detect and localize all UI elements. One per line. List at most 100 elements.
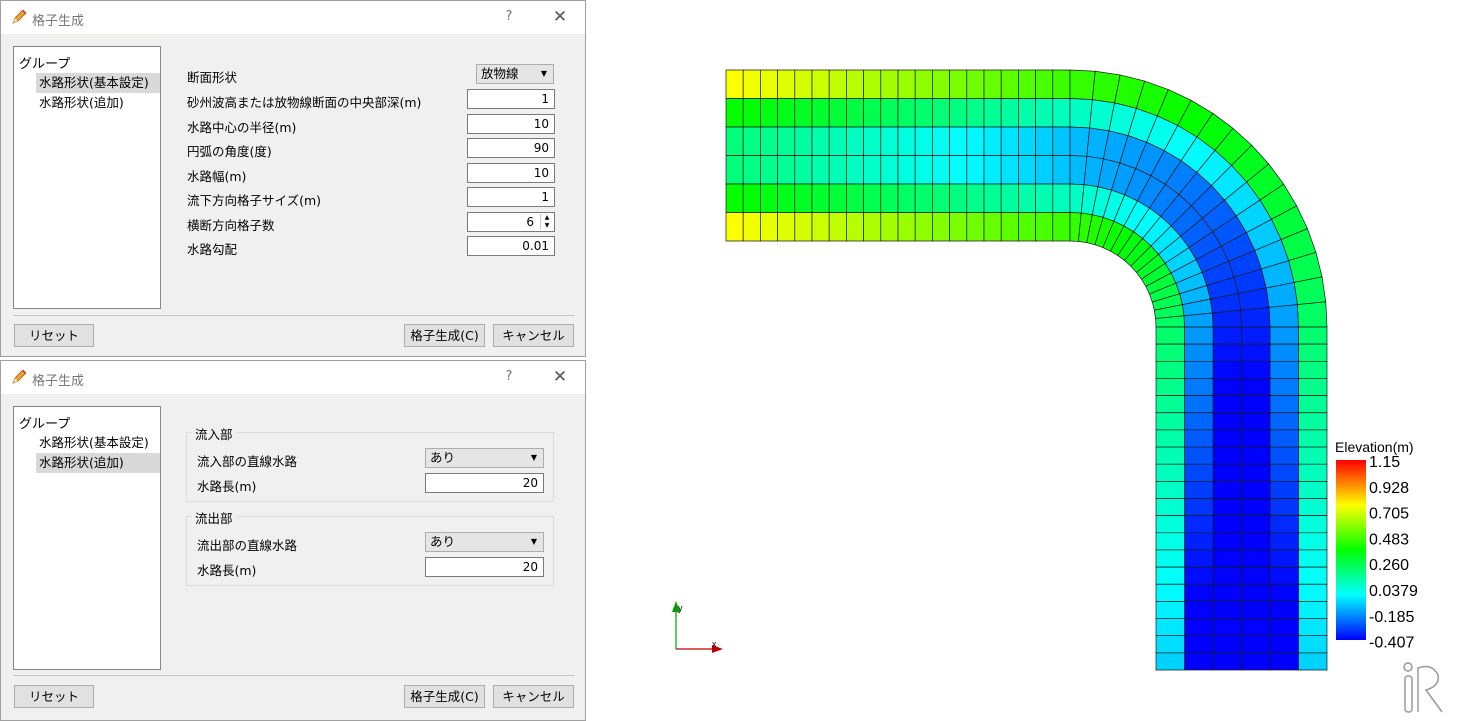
grid-cell <box>1035 69 1054 99</box>
generate-grid-button[interactable]: 格子生成(C) <box>404 324 485 347</box>
grid-cell <box>1212 498 1242 517</box>
group-item-additional[interactable]: 水路形状(追加) <box>36 453 160 473</box>
grid-cell <box>966 155 985 185</box>
colorbar-label: 0.483 <box>1369 531 1409 548</box>
grid-cell <box>897 126 916 156</box>
reset-button[interactable]: リセット <box>14 324 94 347</box>
grid-cell <box>1298 566 1328 585</box>
grid-cell <box>1269 343 1299 362</box>
grid-cell <box>1241 652 1271 671</box>
grid-cell <box>1069 98 1093 129</box>
help-button[interactable]: ? <box>501 9 517 24</box>
grid-cell <box>1184 360 1214 379</box>
help-button[interactable]: ? <box>501 369 517 384</box>
grid-cell <box>1184 601 1214 619</box>
grid-cell <box>1052 126 1071 156</box>
grid-cell <box>1184 515 1214 534</box>
grid-cell <box>1155 532 1185 551</box>
cross-count-spinbox[interactable]: 6 ▲ ▼ <box>467 212 555 232</box>
grid-cell <box>983 69 1002 99</box>
generate-grid-button[interactable]: 格子生成(C) <box>404 685 485 708</box>
grid-cell <box>1212 463 1242 482</box>
grid-cell <box>1018 98 1036 128</box>
grid-cell <box>1052 98 1071 128</box>
grid-cell <box>1241 395 1271 414</box>
close-button[interactable]: ✕ <box>551 7 569 27</box>
grid-cell <box>742 98 761 128</box>
grid-cell <box>1298 549 1328 568</box>
iric-logo <box>1403 662 1443 713</box>
inflow-straight-select[interactable]: あり ▼ <box>425 448 544 468</box>
grid-cell <box>1212 412 1242 431</box>
grid-cell <box>1212 343 1242 362</box>
grid-cell <box>1211 309 1242 328</box>
grid-cell <box>846 69 864 99</box>
angle-input[interactable]: 90 <box>467 138 555 158</box>
cancel-button[interactable]: キャンセル <box>493 685 574 708</box>
grid-cell <box>1155 326 1185 345</box>
grid-cell <box>1155 583 1185 602</box>
grid-cell <box>777 155 796 185</box>
grid-cell <box>1184 395 1214 414</box>
grid-generation-dialog-basic: 格子生成 ? ✕ グループ 水路形状(基本設定) 水路形状(追加) 断面形状 放… <box>0 0 586 357</box>
grid-cell <box>1212 566 1242 585</box>
grid-cell <box>811 155 830 185</box>
grid-cell <box>725 98 744 128</box>
grid-cell <box>1212 326 1242 345</box>
grid-cell <box>1269 481 1299 499</box>
outflow-straight-select[interactable]: あり ▼ <box>425 532 544 552</box>
grid-cell <box>1241 618 1271 637</box>
grid-cell <box>1269 549 1299 568</box>
grid-cell <box>1184 566 1214 585</box>
chevron-down-icon: ▼ <box>530 537 537 546</box>
grid-cell <box>863 212 882 242</box>
grid-cell <box>1212 635 1242 654</box>
grid-cell <box>1241 326 1271 345</box>
grid-cell <box>777 126 796 156</box>
radius-input[interactable]: 10 <box>467 114 555 134</box>
grid-cell <box>828 126 847 156</box>
group-item-basic[interactable]: 水路形状(基本設定) <box>36 433 160 453</box>
group-item-basic[interactable]: 水路形状(基本設定) <box>36 73 160 93</box>
grid-cell <box>897 183 916 213</box>
close-button[interactable]: ✕ <box>551 367 569 387</box>
grid-cell <box>1269 326 1299 345</box>
grid-cell <box>1241 583 1271 602</box>
outflow-length-input[interactable]: 20 <box>425 557 544 577</box>
grid-cell <box>1184 481 1214 499</box>
reset-button[interactable]: リセット <box>14 685 94 708</box>
grid-cell <box>1069 126 1090 157</box>
window-title: 格子生成 <box>32 14 85 29</box>
grid-cell <box>742 183 761 213</box>
grid-cell <box>846 155 864 185</box>
grid-viewport[interactable]: Elevation(m) 1.15 0.928 0.705 0.483 0.260 0.0… <box>600 0 1468 721</box>
grid-cell <box>1035 183 1054 213</box>
inflow-length-input[interactable]: 20 <box>425 473 544 493</box>
depth-input[interactable]: 1 <box>467 89 555 109</box>
y-axis-label: y <box>678 603 683 613</box>
grid-cell <box>1155 481 1185 499</box>
grid-cell <box>1035 98 1054 128</box>
grid-cell <box>932 212 950 242</box>
grid-cell <box>1269 412 1299 431</box>
section-shape-select[interactable]: 放物線 ▼ <box>476 64 554 84</box>
spin-arrows-icon[interactable]: ▲ ▼ <box>540 214 553 230</box>
width-input[interactable]: 10 <box>467 163 555 183</box>
grid-cell <box>828 155 847 185</box>
slope-input[interactable]: 0.01 <box>467 236 555 256</box>
outflow-straight-value: あり <box>430 534 456 549</box>
grid-cell <box>828 98 847 128</box>
grid-cell <box>932 98 950 128</box>
grid-cell <box>897 69 916 99</box>
colorbar-title: Elevation(m) <box>1335 439 1414 455</box>
stream-size-input[interactable]: 1 <box>467 187 555 207</box>
group-item-additional[interactable]: 水路形状(追加) <box>36 93 160 113</box>
grid-cell <box>949 155 968 185</box>
cross-count-value: 6 <box>526 215 534 229</box>
grid-cell <box>1298 446 1328 465</box>
cancel-button[interactable]: キャンセル <box>493 324 574 347</box>
grid-cell <box>1298 515 1328 534</box>
grid-generation-dialog-additional: 格子生成 ? ✕ グループ 水路形状(基本設定) 水路形状(追加) 流入部 流入… <box>0 360 586 721</box>
grid-cell <box>1155 446 1185 465</box>
grid-cell <box>1298 326 1328 345</box>
